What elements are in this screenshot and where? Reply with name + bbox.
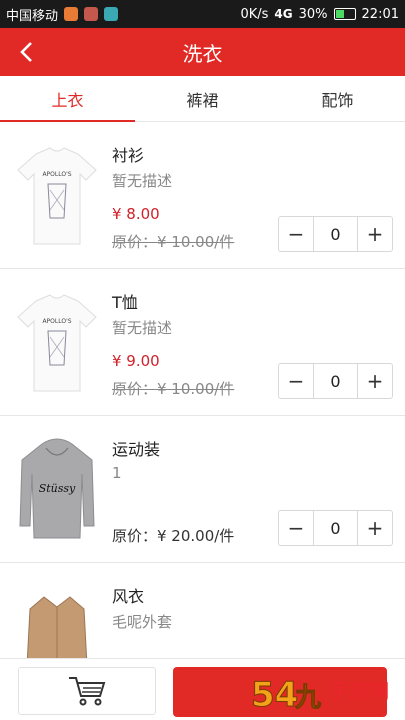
increase-button[interactable]: +: [358, 511, 392, 545]
svg-text:APOLLO'S: APOLLO'S: [42, 318, 71, 325]
svg-text:54: 54: [251, 675, 298, 715]
carrier-label: 中国移动: [6, 8, 59, 24]
product-original-price: 原价：¥ 10.00/件: [112, 380, 235, 398]
signal-icon: 4G: [274, 7, 293, 21]
list-item: 风衣 毛呢外套: [0, 563, 405, 658]
product-description: 暂无描述: [112, 319, 173, 337]
tab-label: 裤裙: [186, 90, 219, 110]
network-speed: 0K/s: [240, 6, 269, 22]
quantity-value: 0: [313, 217, 358, 251]
app-notification-icon: [104, 7, 119, 21]
chevron-left-icon: [20, 42, 32, 62]
quantity-stepper: − 0 +: [278, 510, 393, 546]
list-item: APOLLO'S 衬衫 暂无描述 ¥ 8.00 原价：¥ 10.00/件 − 0…: [0, 122, 405, 269]
product-name: 衬衫: [112, 146, 145, 165]
product-original-price: 原价：¥ 10.00/件: [112, 233, 235, 251]
hoodie-image: Stüssy: [19, 438, 95, 539]
battery-percent: 30%: [298, 6, 328, 22]
clock: 22:01: [361, 6, 399, 22]
app-header: 洗衣: [0, 28, 405, 76]
list-item: APOLLO'S T恤 暂无描述 ¥ 9.00 原价：¥ 10.00/件 − 0…: [0, 269, 405, 416]
battery-icon: [333, 8, 356, 20]
quantity-value: 0: [313, 364, 358, 398]
tab-bottoms[interactable]: 裤裙: [135, 76, 270, 121]
cart-button[interactable]: [18, 667, 156, 715]
tab-label: 配饰: [321, 90, 354, 110]
shopping-cart-icon: [69, 677, 106, 706]
product-name: T恤: [112, 293, 138, 312]
decrease-button[interactable]: −: [279, 364, 313, 398]
list-item: Stüssy 运动装 1 原价：¥ 20.00/件 − 0 +: [0, 416, 405, 563]
product-original-price: 原价：¥ 20.00/件: [112, 527, 235, 545]
svg-text:Stüssy: Stüssy: [39, 482, 76, 495]
decrease-button[interactable]: −: [279, 511, 313, 545]
product-list[interactable]: APOLLO'S 衬衫 暂无描述 ¥ 8.00 原价：¥ 10.00/件 − 0…: [0, 122, 405, 658]
quantity-stepper: − 0 +: [278, 216, 393, 252]
tab-label: 上衣: [51, 90, 84, 110]
product-price: ¥ 9.00: [112, 352, 160, 370]
tab-tops[interactable]: 上衣: [0, 76, 135, 122]
coat-image: [26, 596, 88, 658]
svg-text:APOLLO'S: APOLLO'S: [42, 171, 71, 178]
category-tabs: 上衣 裤裙 配饰: [0, 76, 405, 122]
page-title: 洗衣: [182, 41, 223, 66]
quantity-value: 0: [313, 511, 358, 545]
svg-text:九: 九: [294, 683, 321, 713]
increase-button[interactable]: +: [358, 217, 392, 251]
product-description: 毛呢外套: [112, 613, 173, 631]
quantity-stepper: − 0 +: [278, 363, 393, 399]
site-watermark-logo: 54 九 手游网: [251, 675, 389, 716]
tab-accessories[interactable]: 配饰: [270, 76, 405, 121]
tshirt-image: APOLLO'S: [17, 294, 97, 392]
svg-text:手游网: 手游网: [329, 679, 389, 703]
shirt-image: APOLLO'S: [17, 147, 97, 245]
app-notification-icon: [84, 7, 99, 21]
product-description: 1: [112, 464, 122, 482]
product-price: ¥ 8.00: [112, 205, 160, 223]
back-button[interactable]: [10, 36, 42, 68]
product-description: 暂无描述: [112, 172, 173, 190]
increase-button[interactable]: +: [358, 364, 392, 398]
status-bar: 中国移动 0K/s 4G 30% 22:01: [0, 0, 405, 28]
product-name: 风衣: [112, 587, 145, 606]
decrease-button[interactable]: −: [279, 217, 313, 251]
product-name: 运动装: [112, 440, 161, 459]
app-notification-icon: [64, 7, 79, 21]
